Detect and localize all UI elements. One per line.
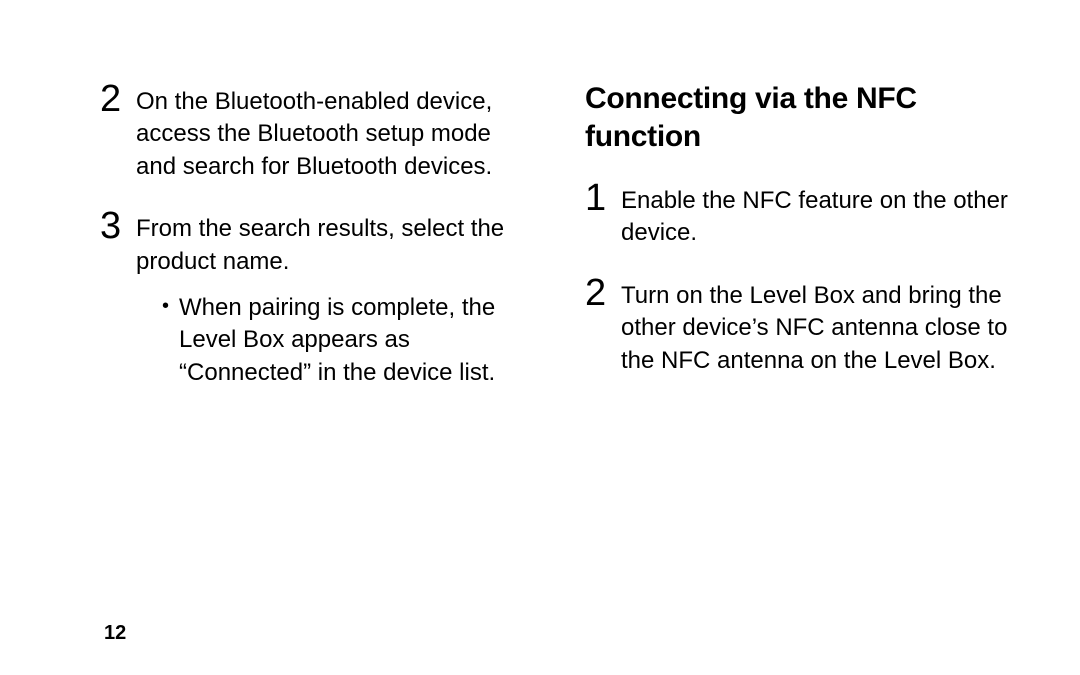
step-number: 1 <box>585 179 607 217</box>
step-text: On the Bluetooth-enabled device, access … <box>136 80 525 183</box>
step-number: 2 <box>585 274 607 312</box>
step-item: 2 Turn on the Level Box and bring the ot… <box>585 274 1010 377</box>
left-column: 2 On the Bluetooth-enabled device, acces… <box>100 80 525 413</box>
step-body-wrapper: From the search results, select the prod… <box>136 207 525 389</box>
bullet-dot-icon: • <box>162 292 169 320</box>
step-item: 1 Enable the NFC feature on the other de… <box>585 179 1010 250</box>
sub-bullet-item: • When pairing is complete, the Level Bo… <box>162 292 525 389</box>
page-number: 12 <box>100 622 1010 645</box>
sub-bullet-text: When pairing is complete, the Level Box … <box>179 292 525 389</box>
step-number: 2 <box>100 80 122 118</box>
sub-bullet-list: • When pairing is complete, the Level Bo… <box>136 292 525 389</box>
manual-page: 2 On the Bluetooth-enabled device, acces… <box>0 0 1080 675</box>
two-column-layout: 2 On the Bluetooth-enabled device, acces… <box>100 80 1010 413</box>
step-number: 3 <box>100 207 122 245</box>
right-column: Connecting via the NFC function 1 Enable… <box>585 80 1010 413</box>
step-item: 3 From the search results, select the pr… <box>100 207 525 389</box>
section-heading: Connecting via the NFC function <box>585 80 1010 155</box>
step-text: Turn on the Level Box and bring the othe… <box>621 274 1010 377</box>
step-text: From the search results, select the prod… <box>136 207 525 278</box>
step-text: Enable the NFC feature on the other devi… <box>621 179 1010 250</box>
step-item: 2 On the Bluetooth-enabled device, acces… <box>100 80 525 183</box>
